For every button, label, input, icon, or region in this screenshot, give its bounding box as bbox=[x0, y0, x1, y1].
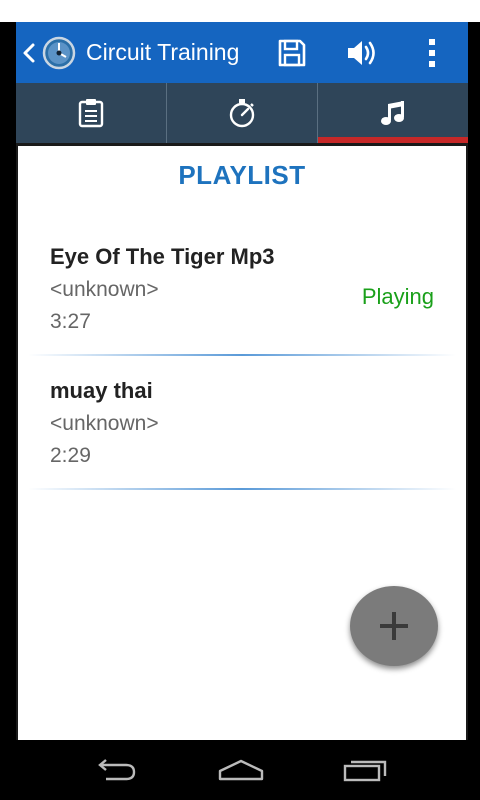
track-duration: 3:27 bbox=[50, 310, 91, 333]
tab-timer[interactable] bbox=[167, 83, 318, 143]
overflow-menu-button[interactable] bbox=[407, 22, 457, 83]
back-nav-icon bbox=[98, 759, 136, 781]
track-duration: 2:29 bbox=[50, 444, 91, 467]
action-bar: Circuit Training bbox=[16, 22, 468, 83]
back-button[interactable] bbox=[18, 22, 40, 83]
tab-workout[interactable] bbox=[16, 83, 167, 143]
divider bbox=[28, 488, 456, 490]
nav-home-button[interactable] bbox=[211, 750, 271, 790]
floppy-disk-icon bbox=[278, 39, 306, 66]
more-vertical-icon bbox=[429, 38, 435, 67]
add-track-button[interactable] bbox=[350, 586, 438, 666]
recents-nav-icon bbox=[343, 760, 387, 782]
system-nav-bar bbox=[0, 740, 480, 800]
volume-button[interactable] bbox=[337, 22, 387, 83]
save-button[interactable] bbox=[267, 22, 317, 83]
clock-logo-icon bbox=[42, 36, 76, 69]
playlist-card: PLAYLIST Eye Of The Tiger Mp3 <unknown> … bbox=[18, 146, 466, 740]
nav-back-button[interactable] bbox=[86, 750, 146, 790]
playlist-item[interactable]: Eye Of The Tiger Mp3 <unknown> 3:27 Play… bbox=[18, 228, 466, 360]
status-bar bbox=[0, 0, 480, 22]
clipboard-icon bbox=[78, 99, 104, 128]
stopwatch-icon bbox=[229, 99, 255, 128]
tab-bar bbox=[16, 83, 468, 143]
playing-status: Playing bbox=[361, 284, 434, 309]
speaker-volume-icon bbox=[348, 40, 375, 65]
app-title: Circuit Training bbox=[86, 39, 240, 65]
track-name: muay thai bbox=[50, 378, 153, 403]
tab-music[interactable] bbox=[318, 83, 468, 143]
track-name: Eye Of The Tiger Mp3 bbox=[50, 244, 275, 269]
playlist-item[interactable]: muay thai <unknown> 2:29 bbox=[18, 362, 466, 494]
home-nav-icon bbox=[218, 759, 264, 781]
app-window: Circuit Training PLAYLIST Eye Of The Tig… bbox=[16, 22, 468, 740]
music-note-icon bbox=[381, 101, 404, 125]
playlist-heading: PLAYLIST bbox=[178, 160, 306, 190]
plus-icon bbox=[380, 612, 408, 640]
track-artist: <unknown> bbox=[50, 278, 159, 301]
nav-recents-button[interactable] bbox=[336, 750, 396, 790]
divider bbox=[28, 354, 456, 356]
chevron-left-icon bbox=[23, 43, 35, 62]
track-artist: <unknown> bbox=[50, 412, 159, 435]
